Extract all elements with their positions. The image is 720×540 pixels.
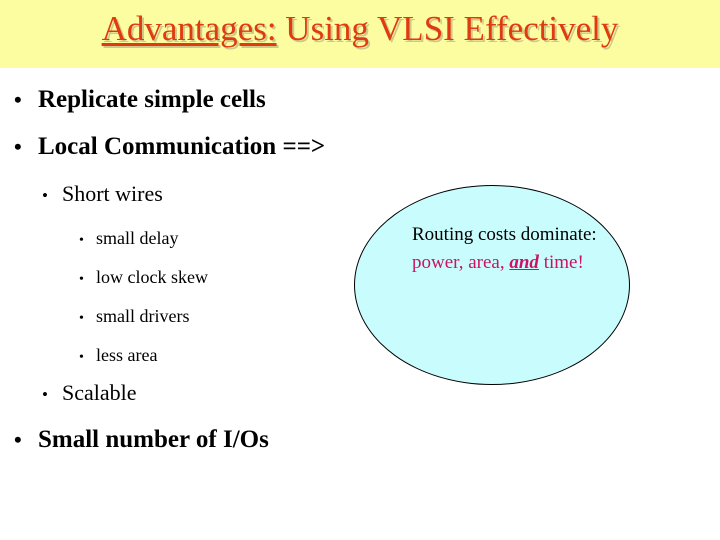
bullet-icon: •: [79, 233, 84, 248]
list-item: • small drivers: [79, 305, 189, 330]
list-item: • small delay: [79, 227, 178, 252]
list-item-label: less area: [96, 345, 158, 365]
callout-text-accent-1: power, area,: [412, 252, 510, 273]
list-item: • Local Communication ==>: [14, 132, 325, 162]
bullet-icon: •: [14, 134, 22, 159]
page-title: Advantages: Using VLSI Effectively: [0, 4, 720, 54]
page-title-rest: Using VLSI Effectively: [276, 9, 619, 48]
page-title-underlined-part: Advantages:: [101, 9, 277, 48]
list-item: • Short wires: [42, 181, 163, 209]
callout-ellipse: Routing costs dominate: power, area, and…: [354, 185, 630, 385]
callout-text-plain: Routing costs dominate:: [412, 224, 597, 245]
bullet-icon: •: [42, 385, 48, 404]
list-item-label: Short wires: [62, 181, 163, 206]
bullet-icon: •: [79, 311, 84, 326]
bullet-icon: •: [14, 427, 22, 452]
title-banner: Advantages: Using VLSI Effectively: [0, 0, 720, 68]
list-item-label: small delay: [96, 228, 179, 248]
callout-text-accent-2: time!: [538, 252, 584, 273]
list-item: • Scalable: [42, 380, 137, 408]
bullet-icon: •: [79, 350, 84, 365]
bullet-icon: •: [79, 272, 84, 287]
list-item: • Small number of I/Os: [14, 425, 269, 455]
bullet-icon: •: [14, 87, 22, 112]
list-item: • Replicate simple cells: [14, 85, 266, 115]
list-item-label: Small number of I/Os: [38, 426, 269, 453]
list-item: • less area: [79, 344, 157, 369]
list-item: • low clock skew: [79, 266, 208, 291]
callout-text: Routing costs dominate: power, area, and…: [412, 221, 612, 277]
list-item-label: low clock skew: [96, 267, 208, 287]
list-item-label: small drivers: [96, 306, 190, 326]
list-item-label: Scalable: [62, 380, 137, 405]
list-item-label: Local Communication ==>: [38, 133, 326, 160]
bullet-icon: •: [42, 186, 48, 205]
list-item-label: Replicate simple cells: [38, 86, 266, 113]
callout-text-emphasis: and: [509, 252, 539, 273]
